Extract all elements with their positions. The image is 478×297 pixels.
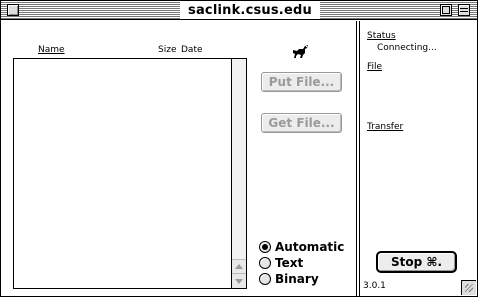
column-header-date[interactable]: Date bbox=[181, 45, 203, 56]
window-content: Name Size Date Put File... Get File... A… bbox=[1, 21, 477, 296]
zoom-box-icon[interactable] bbox=[440, 4, 452, 16]
window-title: saclink.csus.edu bbox=[180, 2, 320, 19]
radio-unselected-icon[interactable] bbox=[259, 257, 271, 269]
transfer-heading: Transfer bbox=[367, 122, 404, 132]
put-file-button[interactable]: Put File... bbox=[261, 72, 342, 92]
title-bar[interactable]: saclink.csus.edu bbox=[1, 1, 477, 20]
scroll-up-icon bbox=[235, 264, 243, 269]
version-label: 3.0.1 bbox=[363, 281, 386, 291]
fetch-window: saclink.csus.edu Name Size Date Put File… bbox=[0, 0, 478, 297]
column-header-size[interactable]: Size bbox=[158, 45, 176, 56]
status-text: Connecting... bbox=[377, 43, 437, 53]
resize-grip-icon[interactable] bbox=[461, 280, 476, 295]
file-list[interactable] bbox=[13, 58, 247, 289]
scroll-up-arrow[interactable] bbox=[232, 259, 246, 273]
mode-binary-label: Binary bbox=[275, 272, 319, 286]
mode-automatic-label: Automatic bbox=[275, 240, 345, 254]
radio-selected-icon[interactable] bbox=[259, 241, 271, 253]
file-heading: File bbox=[367, 62, 383, 72]
radio-unselected-icon[interactable] bbox=[259, 273, 271, 285]
status-heading: Status bbox=[367, 31, 396, 41]
column-header-name[interactable]: Name bbox=[38, 45, 65, 56]
fetch-dog-icon bbox=[293, 45, 308, 58]
mode-text-label: Text bbox=[275, 256, 304, 270]
scroll-down-arrow[interactable] bbox=[232, 273, 246, 288]
file-list-scrollbar[interactable] bbox=[231, 59, 246, 288]
collapse-box-icon[interactable] bbox=[458, 4, 470, 16]
panel-divider bbox=[356, 21, 360, 296]
close-box-icon[interactable] bbox=[7, 4, 19, 16]
scroll-down-icon bbox=[235, 279, 243, 284]
stop-button[interactable]: Stop ⌘. bbox=[376, 251, 457, 273]
get-file-button[interactable]: Get File... bbox=[261, 113, 342, 133]
